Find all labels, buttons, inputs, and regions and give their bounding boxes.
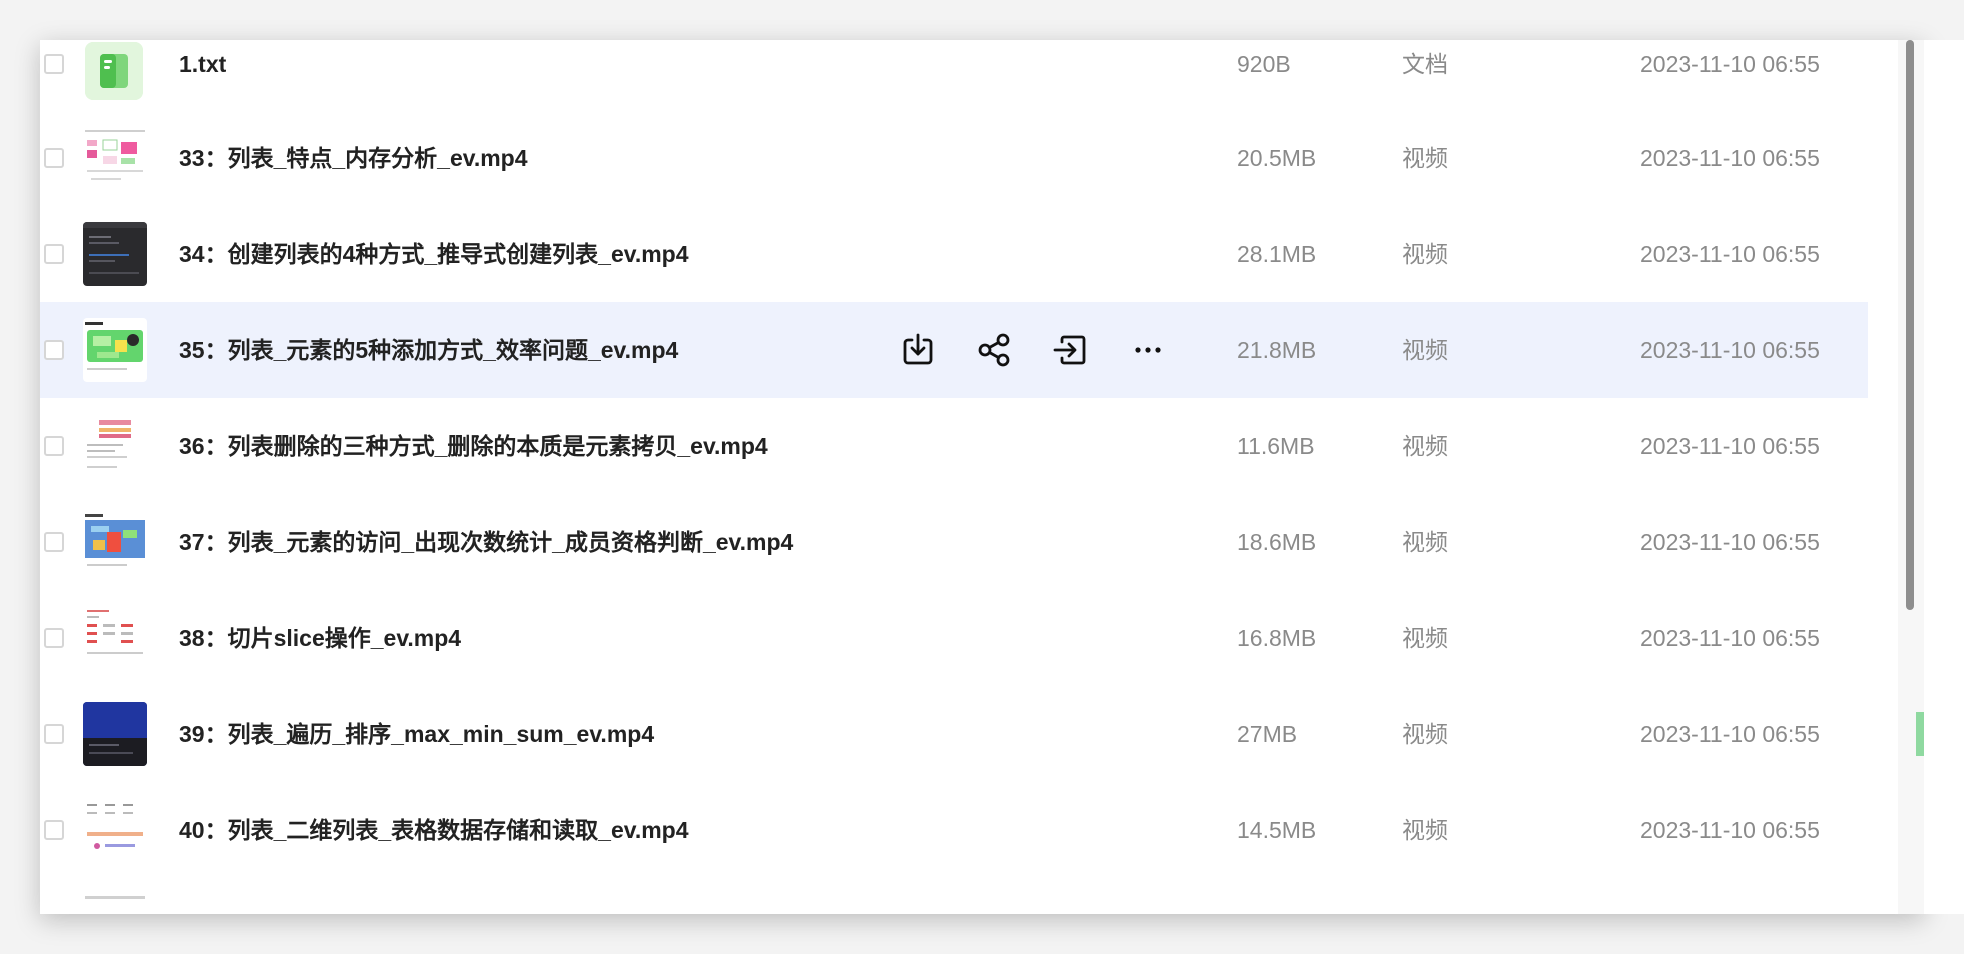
file-name[interactable]: 35：列表_元素的5种添加方式_效率问题_ev.mp4 <box>179 302 678 398</box>
download-icon[interactable] <box>900 332 936 368</box>
row-checkbox[interactable] <box>44 724 64 744</box>
file-name[interactable]: 36：列表删除的三种方式_删除的本质是元素拷贝_ev.mp4 <box>179 398 768 494</box>
row-hover-actions <box>900 302 1220 398</box>
file-size: 920B <box>1237 51 1291 77</box>
file-row[interactable]: 37：列表_元素的访问_出现次数统计_成员资格判断_ev.mp4 18.6MB … <box>40 494 1868 590</box>
file-row-partial[interactable] <box>40 878 1868 914</box>
file-size: 20.5MB <box>1237 145 1317 171</box>
file-type: 视频 <box>1402 241 1448 267</box>
file-type: 视频 <box>1402 625 1448 651</box>
file-row[interactable]: 40：列表_二维列表_表格数据存储和读取_ev.mp4 14.5MB 视频 20… <box>40 782 1868 878</box>
file-name[interactable]: 40：列表_二维列表_表格数据存储和读取_ev.mp4 <box>179 782 689 878</box>
row-checkbox[interactable] <box>44 340 64 360</box>
background-window-fragment <box>1916 712 1924 756</box>
video-thumbnail <box>83 126 147 190</box>
file-size: 27MB <box>1237 721 1298 747</box>
file-date: 2023-11-10 06:55 <box>1640 145 1820 171</box>
background-window-edge <box>1924 40 1964 914</box>
file-name[interactable]: 34：创建列表的4种方式_推导式创建列表_ev.mp4 <box>179 206 689 302</box>
file-size: 18.6MB <box>1237 529 1317 555</box>
file-date: 2023-11-10 06:55 <box>1640 337 1820 363</box>
file-type: 视频 <box>1402 721 1448 747</box>
file-type: 文档 <box>1402 51 1448 77</box>
file-size: 14.5MB <box>1237 817 1317 843</box>
row-checkbox[interactable] <box>44 820 64 840</box>
file-size: 28.1MB <box>1237 241 1317 267</box>
file-name[interactable]: 1.txt <box>179 40 226 112</box>
file-type: 视频 <box>1402 529 1448 555</box>
file-name[interactable]: 38：切片slice操作_ev.mp4 <box>179 590 461 686</box>
scrollbar-thumb[interactable] <box>1906 40 1914 610</box>
file-list: 1.txt 920B 文档 2023-11-10 06:55 33：列表_特点_… <box>40 40 1868 914</box>
file-type: 视频 <box>1402 433 1448 459</box>
file-size: 16.8MB <box>1237 625 1317 651</box>
more-icon[interactable] <box>1130 332 1166 368</box>
video-thumbnail <box>83 894 147 914</box>
row-checkbox[interactable] <box>44 436 64 456</box>
file-type: 视频 <box>1402 145 1448 171</box>
row-checkbox[interactable] <box>44 244 64 264</box>
file-row[interactable]: 39：列表_遍历_排序_max_min_sum_ev.mp4 27MB 视频 2… <box>40 686 1868 782</box>
file-name[interactable]: 33：列表_特点_内存分析_ev.mp4 <box>179 110 528 206</box>
file-row[interactable]: 35：列表_元素的5种添加方式_效率问题_ev.mp4 21.8MB 视频 20… <box>40 302 1868 398</box>
row-checkbox[interactable] <box>44 628 64 648</box>
move-icon[interactable] <box>1052 332 1088 368</box>
video-thumbnail <box>83 702 147 766</box>
video-thumbnail <box>83 222 147 286</box>
share-icon[interactable] <box>976 332 1012 368</box>
file-date: 2023-11-10 06:55 <box>1640 241 1820 267</box>
file-type: 视频 <box>1402 337 1448 363</box>
file-size: 21.8MB <box>1237 337 1317 363</box>
file-date: 2023-11-10 06:55 <box>1640 721 1820 747</box>
file-date: 2023-11-10 06:55 <box>1640 529 1820 555</box>
file-browser-window: 1.txt 920B 文档 2023-11-10 06:55 33：列表_特点_… <box>40 40 1924 914</box>
file-row[interactable]: 33：列表_特点_内存分析_ev.mp4 20.5MB 视频 2023-11-1… <box>40 110 1868 206</box>
row-checkbox[interactable] <box>44 54 64 74</box>
video-thumbnail <box>83 510 147 574</box>
file-row[interactable]: 34：创建列表的4种方式_推导式创建列表_ev.mp4 28.1MB 视频 20… <box>40 206 1868 302</box>
vertical-scrollbar[interactable] <box>1898 40 1924 914</box>
video-thumbnail <box>83 318 147 382</box>
row-checkbox[interactable] <box>44 148 64 168</box>
video-thumbnail <box>83 798 147 862</box>
file-date: 2023-11-10 06:55 <box>1640 625 1820 651</box>
file-date: 2023-11-10 06:55 <box>1640 433 1820 459</box>
video-thumbnail <box>83 606 147 670</box>
file-date: 2023-11-10 06:55 <box>1640 51 1820 77</box>
file-row-1-txt[interactable]: 1.txt 920B 文档 2023-11-10 06:55 <box>40 40 1868 112</box>
file-type: 视频 <box>1402 817 1448 843</box>
video-thumbnail <box>83 414 147 478</box>
row-checkbox[interactable] <box>44 532 64 552</box>
file-name[interactable]: 39：列表_遍历_排序_max_min_sum_ev.mp4 <box>179 686 654 782</box>
document-icon <box>85 42 143 100</box>
file-size: 11.6MB <box>1237 433 1315 459</box>
file-date: 2023-11-10 06:55 <box>1640 817 1820 843</box>
file-row[interactable]: 36：列表删除的三种方式_删除的本质是元素拷贝_ev.mp4 11.6MB 视频… <box>40 398 1868 494</box>
file-row[interactable]: 38：切片slice操作_ev.mp4 16.8MB 视频 2023-11-10… <box>40 590 1868 686</box>
file-name[interactable]: 37：列表_元素的访问_出现次数统计_成员资格判断_ev.mp4 <box>179 494 793 590</box>
